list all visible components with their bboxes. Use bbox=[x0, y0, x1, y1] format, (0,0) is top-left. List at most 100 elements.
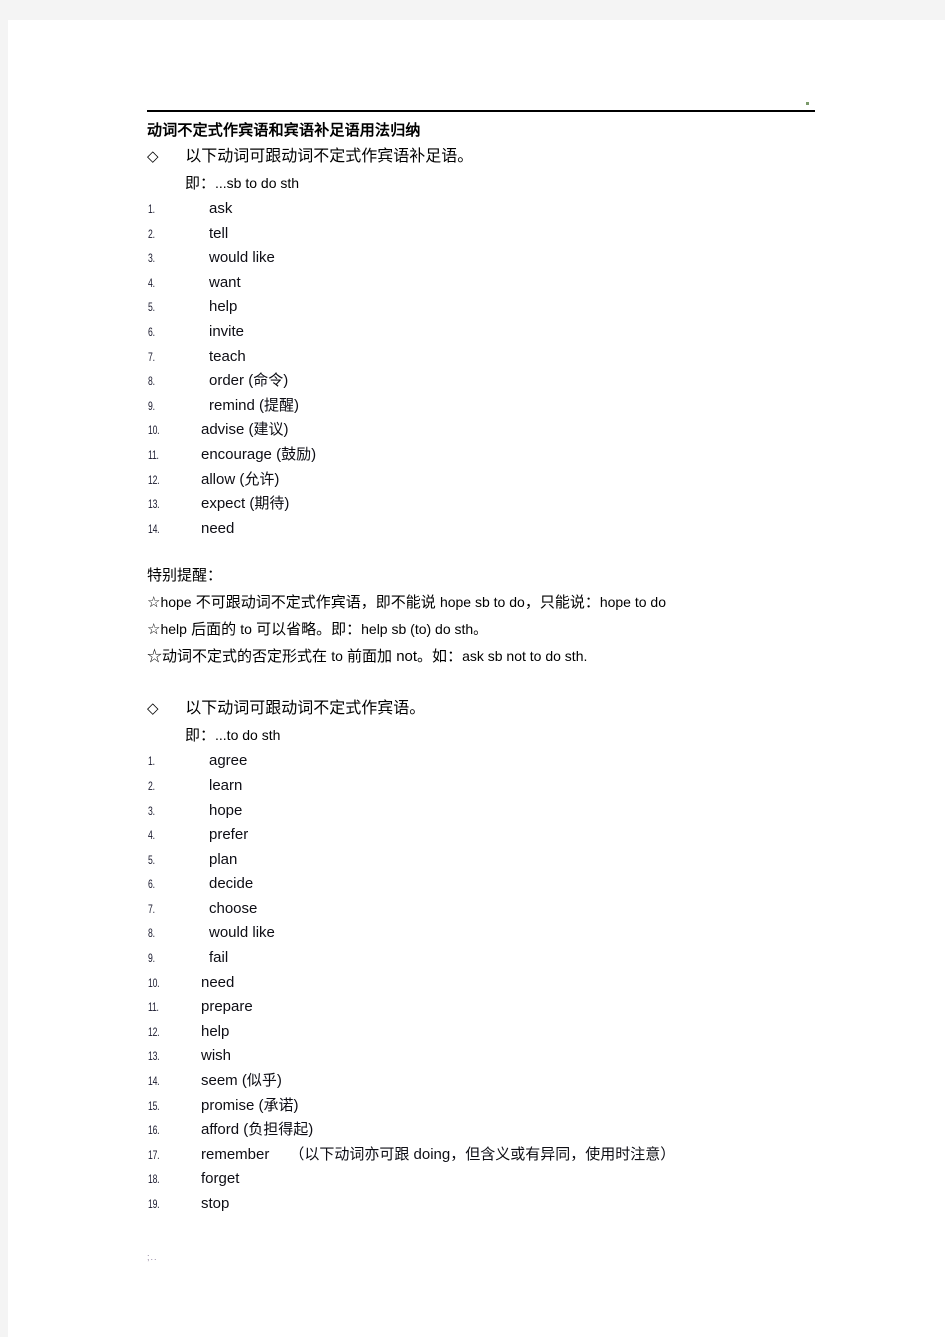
section2-heading: ◇ 以下动词可跟动词不定式作宾语。 bbox=[147, 696, 887, 722]
list-item-number: 1. bbox=[148, 754, 155, 769]
list-item: 10. need bbox=[147, 971, 887, 996]
list-item: 4. want bbox=[147, 271, 887, 296]
list-item-number: 10. bbox=[148, 975, 160, 990]
note-latin-2: hope to do bbox=[599, 594, 666, 611]
list-item-number: 7. bbox=[148, 349, 155, 364]
star-icon: ☆ bbox=[147, 594, 161, 612]
list-item: 5. help bbox=[147, 295, 887, 320]
list-item-number: 6. bbox=[148, 877, 155, 892]
list-item: 11. prepare bbox=[147, 995, 887, 1020]
section1-formula-label: 即： bbox=[185, 175, 216, 192]
list-item: 8. would like bbox=[147, 921, 887, 946]
list-item: 14. seem (似乎) bbox=[147, 1069, 887, 1094]
list-item-number: 10. bbox=[148, 423, 160, 438]
list-item: 3. hope bbox=[147, 799, 887, 824]
section1-heading-text: 以下动词可跟动词不定式作宾语补足语。 bbox=[185, 148, 474, 165]
list-item-gloss: (命令) bbox=[244, 372, 289, 390]
note-latin-1: to bbox=[240, 621, 252, 638]
section1-formula: 即：...sb to do sth bbox=[147, 170, 887, 197]
list-item: 5. plan bbox=[147, 848, 887, 873]
section1-verb-list: 1. ask 2. tell 3. would like 4. want 5. help 6. inv… bbox=[147, 197, 887, 541]
note-text-2: 前面加 not。如： bbox=[342, 648, 463, 666]
list-item-number: 8. bbox=[148, 374, 155, 389]
list-item-word: afford (负担得起) bbox=[201, 1121, 314, 1139]
document-page: 动词不定式作宾语和宾语补足语用法归纳 ◇ 以下动词可跟动词不定式作宾语补足语。 … bbox=[8, 20, 945, 1337]
list-item-number: 5. bbox=[148, 300, 155, 315]
note-latin-1: hope sb to do bbox=[439, 594, 525, 611]
note-text: 不可跟动词不定式作宾语，即不能说 bbox=[191, 594, 440, 612]
list-item: 11. encourage (鼓励) bbox=[147, 443, 887, 468]
note-line: ☆动词不定式的否定形式在 to 前面加 not。如：ask sb not to … bbox=[147, 643, 887, 670]
list-item-number: 7. bbox=[148, 901, 155, 916]
section2-verb-list: 1. agree 2. learn 3. hope 4. prefer 5. plan 6. deci… bbox=[147, 749, 887, 1216]
list-item: 16. afford (负担得起) bbox=[147, 1118, 887, 1143]
note-latin-1: to bbox=[331, 648, 343, 665]
list-item: 17. remember （以下动词亦可跟 doing，但含义或有异同，使用时注意） bbox=[147, 1143, 887, 1168]
list-item-gloss: (建议) bbox=[244, 421, 289, 439]
note-latin-2: help sb (to) do sth。 bbox=[361, 621, 488, 638]
star-icon: ☆ bbox=[147, 648, 163, 666]
diamond-bullet-icon: ◇ bbox=[147, 148, 159, 165]
list-item-number: 11. bbox=[148, 447, 159, 462]
list-item: 1. ask bbox=[147, 197, 887, 222]
list-item-number: 15. bbox=[148, 1098, 160, 1113]
note-text-2: ，只能说： bbox=[524, 594, 600, 612]
page-header bbox=[147, 80, 887, 118]
list-item: 2. learn bbox=[147, 774, 887, 799]
note-latin-2: ask sb not to do sth. bbox=[462, 648, 588, 665]
list-item-gloss: (似乎) bbox=[237, 1072, 282, 1090]
star-icon: ☆ bbox=[147, 621, 161, 639]
list-item: 13. expect (期待) bbox=[147, 492, 887, 517]
list-item: 8. order (命令) bbox=[147, 369, 887, 394]
list-item-number: 9. bbox=[148, 951, 155, 966]
note-line: ☆hope 不可跟动词不定式作宾语，即不能说 hope sb to do，只能说… bbox=[147, 589, 887, 616]
section2-formula: 即：...to do sth bbox=[147, 722, 887, 749]
document-content: 动词不定式作宾语和宾语补足语用法归纳 ◇ 以下动词可跟动词不定式作宾语补足语。 … bbox=[147, 80, 887, 1217]
footer-mark: ;.. bbox=[147, 1252, 158, 1262]
list-item-gloss: (允许) bbox=[235, 470, 280, 488]
note-text: 后面的 bbox=[186, 621, 241, 639]
list-item-number: 14. bbox=[148, 1074, 160, 1089]
list-item-number: 5. bbox=[148, 852, 155, 867]
notes-title: 特别提醒： bbox=[147, 567, 223, 585]
page-title: 动词不定式作宾语和宾语补足语用法归纳 bbox=[147, 122, 421, 139]
list-item-number: 19. bbox=[148, 1197, 160, 1211]
list-item-number: 2. bbox=[148, 226, 155, 241]
list-item: 4. prefer bbox=[147, 823, 887, 848]
list-item-number: 14. bbox=[148, 521, 160, 536]
list-item-number: 17. bbox=[148, 1147, 160, 1162]
list-item-number: 3. bbox=[148, 251, 155, 266]
list-item: 14. need bbox=[147, 517, 887, 542]
note-text: 动词不定式的否定形式在 bbox=[162, 648, 332, 666]
list-item: 13. wish bbox=[147, 1044, 887, 1069]
list-item-number: 4. bbox=[148, 828, 155, 843]
list-item-number: 16. bbox=[148, 1123, 160, 1138]
list-item-word: remember （以下动词亦可跟 doing，但含义或有异同，使用时注意） bbox=[201, 1145, 676, 1163]
list-item: 6. invite bbox=[147, 320, 887, 345]
list-item-word: encourage (鼓励) bbox=[201, 445, 317, 463]
list-item-number: 4. bbox=[148, 275, 155, 290]
note-line: ☆help 后面的 to 可以省略。即：help sb (to) do sth。 bbox=[147, 616, 887, 643]
list-item: 1. agree bbox=[147, 749, 887, 774]
list-item-number: 9. bbox=[148, 398, 155, 413]
list-item-number: 3. bbox=[148, 803, 155, 818]
note-keyword: hope bbox=[160, 594, 192, 611]
header-rule bbox=[147, 110, 815, 112]
list-item-number: 12. bbox=[148, 472, 160, 487]
section2-formula-label: 即： bbox=[185, 727, 216, 745]
list-item: 12. allow (允许) bbox=[147, 468, 887, 493]
special-notes-block: 特别提醒： ☆hope 不可跟动词不定式作宾语，即不能说 hope sb to … bbox=[147, 563, 887, 670]
list-item-number: 13. bbox=[148, 1049, 160, 1064]
list-item: 19. stop bbox=[147, 1192, 887, 1217]
list-item-number: 1. bbox=[148, 202, 155, 216]
diamond-bullet-icon-2: ◇ bbox=[147, 700, 159, 718]
list-item-note: （以下动词亦可跟 doing，但含义或有异同，使用时注意） bbox=[289, 1145, 676, 1163]
list-item-number: 2. bbox=[148, 778, 155, 793]
list-item: 10. advise (建议) bbox=[147, 418, 887, 443]
list-item-number: 13. bbox=[148, 497, 160, 512]
list-item: 9. remind (提醒) bbox=[147, 394, 887, 419]
list-item: 12. help bbox=[147, 1020, 887, 1045]
note-text-2: 可以省略。即： bbox=[251, 621, 362, 639]
list-item-number: 6. bbox=[148, 324, 155, 339]
